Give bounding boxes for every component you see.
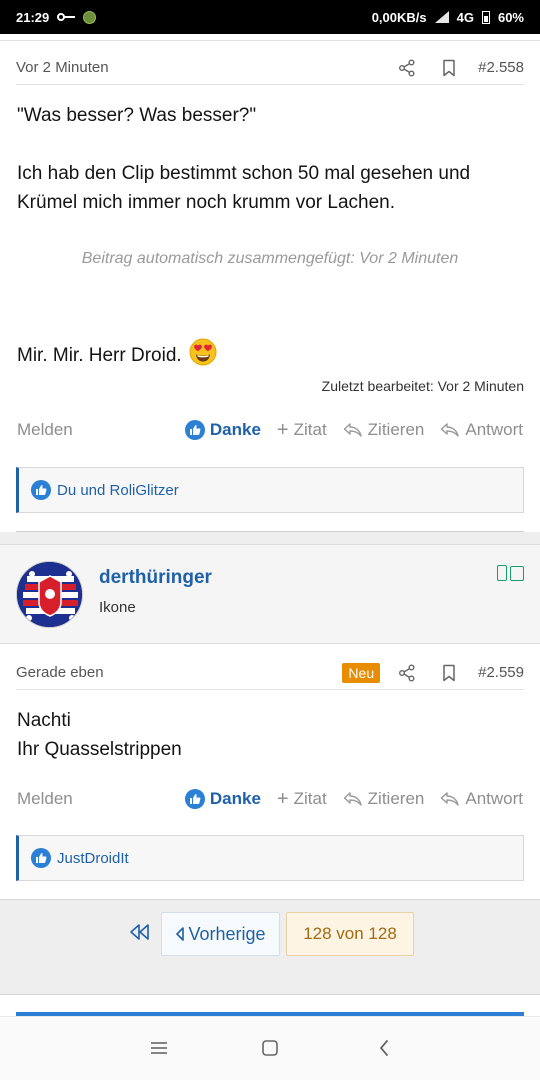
bookmark-icon[interactable] (434, 658, 464, 688)
post-line: "Was besser? Was besser?" (17, 105, 257, 126)
post-line: Nachti (17, 710, 71, 731)
merge-note: Beitrag automatisch zusammengefügt: Vor … (81, 250, 459, 267)
reply-icon (441, 792, 460, 806)
report-link[interactable]: Melden (17, 789, 73, 809)
post-time[interactable]: Gerade eben (16, 664, 104, 681)
edited-note: Zuletzt bearbeitet: Vor 2 Minuten (321, 378, 524, 394)
status-bar: 21:29 0,00KB/s 4G 60% (0, 0, 540, 34)
like-button[interactable]: Danke (184, 420, 261, 440)
reply-icon (343, 423, 362, 437)
post-line: Ihr Quasselstrippen (17, 739, 182, 760)
reactions-bar[interactable]: Du und RoliGlitzer (16, 467, 524, 513)
pagination: Vorherige 128 von 128 (0, 899, 540, 995)
user-title: Ikone (99, 599, 136, 616)
cite-button[interactable]: Zitieren (343, 789, 425, 809)
plus-icon: + (276, 419, 289, 441)
battery-level: 60% (497, 9, 524, 25)
network-type: 4G (456, 9, 474, 25)
thumbs-up-icon (184, 420, 205, 440)
tablet-icon (510, 566, 524, 581)
post-actions: Melden Danke + Zitat Zitieren Antwort (17, 785, 523, 813)
reply-icon (343, 792, 362, 806)
post-line-text: Mir. Mir. Herr Droid. (17, 345, 182, 366)
reactions-list[interactable]: JustDroidIt (57, 850, 129, 867)
post-number[interactable]: #2.559 (478, 664, 524, 681)
quote-label: Zitat (293, 789, 327, 808)
like-label: Danke (209, 420, 261, 439)
post-actions: Melden Danke + Zitat Zitieren Antwort (17, 416, 523, 444)
post-paragraph: Ich hab den Clip bestimmt schon 50 mal g… (17, 163, 471, 213)
app-notification-icon (83, 10, 97, 24)
menu-icon[interactable] (146, 1035, 172, 1061)
post-time[interactable]: Vor 2 Minuten (16, 59, 109, 76)
reply-label: Antwort (465, 789, 523, 808)
thumbs-up-icon (31, 480, 51, 500)
reply-label: Antwort (465, 420, 523, 439)
quote-button[interactable]: + Zitat (277, 789, 327, 809)
battery-icon (481, 10, 490, 24)
reply-button[interactable]: Antwort (440, 789, 523, 809)
share-icon[interactable] (392, 658, 422, 688)
reactions-list[interactable]: Du und RoliGlitzer (57, 482, 179, 499)
page-indicator[interactable]: 128 von 128 (286, 912, 414, 956)
post-gap (0, 532, 540, 544)
share-icon[interactable] (392, 53, 422, 83)
post-number[interactable]: #2.558 (478, 59, 524, 76)
chevron-left-icon (176, 927, 185, 941)
reply-button[interactable]: Antwort (440, 420, 523, 440)
previous-page-label: Vorherige (188, 923, 266, 944)
quote-label: Zitat (293, 420, 327, 439)
avatar[interactable] (16, 561, 83, 628)
like-label: Danke (209, 789, 261, 808)
thumbs-up-icon (31, 848, 51, 868)
divider (0, 40, 540, 41)
phone-icon (497, 565, 507, 581)
post-header: Vor 2 Minuten #2.558 (16, 51, 524, 85)
report-link[interactable]: Melden (17, 420, 73, 440)
signal-icon (434, 11, 449, 23)
user-block: derthüringer Ikone (0, 544, 540, 644)
key-icon (57, 13, 76, 21)
status-time: 21:29 (16, 9, 50, 25)
network-speed: 0,00KB/s (371, 9, 427, 25)
reply-icon (441, 423, 460, 437)
thumbs-up-icon (184, 789, 205, 809)
cite-label: Zitieren (367, 789, 425, 808)
previous-page-button[interactable]: Vorherige (161, 912, 280, 956)
bookmark-icon[interactable] (434, 53, 464, 83)
post-line: Mir. Mir. Herr Droid. (17, 338, 527, 370)
navigation-bar (0, 1016, 540, 1080)
quote-button[interactable]: + Zitat (277, 420, 327, 440)
post-header: Gerade eben Neu #2.559 (16, 656, 524, 690)
like-button[interactable]: Danke (184, 789, 261, 809)
heart-eyes-emoji-icon (189, 338, 217, 366)
reactions-bar[interactable]: JustDroidIt (16, 835, 524, 881)
device-indicators (497, 565, 524, 581)
username[interactable]: derthüringer (99, 567, 212, 589)
cite-label: Zitieren (367, 420, 425, 439)
back-icon[interactable] (371, 1035, 397, 1061)
plus-icon: + (276, 788, 289, 810)
home-icon[interactable] (257, 1035, 283, 1061)
cite-button[interactable]: Zitieren (343, 420, 425, 440)
first-page-icon[interactable] (128, 922, 150, 942)
new-badge: Neu (342, 662, 381, 683)
